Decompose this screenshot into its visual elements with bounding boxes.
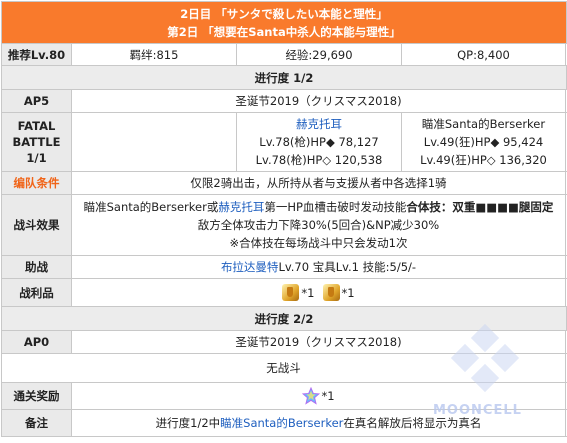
support-row: 助战 布拉达曼特 Lv.70 宝具Lv.1 技能:5/5/-	[2, 256, 567, 279]
ap5-label: AP5	[2, 90, 72, 112]
clear-reward-count: *1	[321, 389, 335, 403]
enemy-1: 赫克托耳 Lv.78(枪)HP◆ 78,127 Lv.78(枪)HP◇ 120,…	[237, 113, 402, 171]
no-battle-row: 无战斗	[2, 354, 567, 383]
effect-line-2: 敌方全体攻击力下降30%(5回合)&NP减少30%	[197, 218, 440, 232]
ap0-event: 圣诞节2019（クリスマス2018)	[72, 331, 566, 353]
formation-value: 仅限2骑出击，从所持从者与支援从者中各选择1骑	[72, 172, 566, 194]
quest-header-row: 2日目 「サンタで殺したい本能と理性」 第2日 「想要在Santa中杀人的本能与…	[2, 2, 567, 44]
enemy-1-name-link[interactable]: 赫克托耳	[296, 115, 342, 133]
battle-row: FATAL BATTLE 1/1 赫克托耳 Lv.78(枪)HP◆ 78,127…	[2, 113, 567, 172]
battle-label-line1: FATAL	[17, 119, 56, 133]
ap0-label: AP0	[2, 331, 72, 353]
loot-count-2: *1	[341, 285, 355, 300]
enemy-2: 瞄准Santa的Berserker Lv.49(狂)HP◆ 95,424 Lv.…	[402, 113, 566, 171]
quest-table: 2日目 「サンタで殺したい本能と理性」 第2日 「想要在Santa中杀人的本能与…	[1, 1, 567, 437]
battle-label: FATAL BATTLE 1/1	[2, 113, 72, 171]
note-prefix: 进行度1/2中	[155, 416, 221, 430]
loot-label: 战利品	[2, 279, 72, 306]
exp-value: 经验:29,690	[237, 44, 402, 65]
support-value: 布拉达曼特 Lv.70 宝具Lv.1 技能:5/5/-	[72, 256, 566, 278]
quest-header: 2日目 「サンタで殺したい本能と理性」 第2日 「想要在Santa中杀人的本能与…	[2, 2, 567, 43]
progress-1-row: 进行度 1/2	[2, 66, 567, 90]
enemy-2-name: 瞄准Santa的Berserker	[421, 117, 546, 131]
loot-count-1: *1	[301, 285, 315, 300]
bond-value: 羁绊:815	[72, 44, 237, 65]
support-servant-link[interactable]: 布拉达曼特	[221, 259, 279, 275]
effect-servant-b-link[interactable]: 赫克托耳	[218, 200, 264, 214]
support-detail: Lv.70 宝具Lv.1 技能:5/5/-	[278, 260, 417, 274]
effect-row: 战斗效果 瞄准Santa的Berserker或赫克托耳第一HP血槽击破时发动技能…	[2, 195, 567, 256]
enemy-1-hp-2: Lv.78(枪)HP◇ 120,538	[255, 153, 383, 167]
recommended-level-label: 推荐Lv.80	[2, 44, 72, 65]
enemy-2-hp-2: Lv.49(狂)HP◇ 136,320	[420, 153, 547, 167]
progress-2-row: 进行度 2/2	[2, 307, 567, 331]
loot-row: 战利品 *1 *1	[2, 279, 567, 307]
battle-label-line3: 1/1	[26, 151, 47, 165]
battle-label-line2: BATTLE	[12, 135, 61, 149]
loot-items: *1 *1	[72, 279, 566, 306]
gold-item-icon[interactable]	[282, 284, 300, 301]
enemy-2-hp-1: Lv.49(狂)HP◆ 95,424	[423, 135, 544, 149]
effect-or: 或	[206, 200, 219, 214]
watermark-text: MOONCELL	[433, 403, 522, 418]
effect-skill-name: 合体技：双重■■■■腿固定	[406, 200, 554, 214]
enemy-1-hp-1: Lv.78(枪)HP◆ 78,127	[259, 135, 379, 149]
ap5-event: 圣诞节2019（クリスマス2018)	[72, 90, 566, 112]
formation-label-link[interactable]: 编队条件	[2, 172, 72, 194]
progress-1-title: 进行度 1/2	[2, 66, 567, 89]
qp-value: QP:8,400	[402, 44, 566, 65]
quest-title-cn: 第2日 「想要在Santa中杀人的本能与理性」	[167, 24, 401, 39]
support-label: 助战	[2, 256, 72, 278]
ap5-row: AP5 圣诞节2019（クリスマス2018)	[2, 90, 567, 113]
saint-quartz-icon[interactable]	[302, 387, 321, 405]
effect-servant-a: 瞄准Santa的Berserker	[83, 200, 207, 214]
note-servant-link[interactable]: 瞄准Santa的Berserker	[220, 415, 343, 431]
ap0-row: AP0 圣诞节2019（クリスマス2018)	[2, 331, 567, 354]
note-label: 备注	[2, 410, 72, 436]
battle-empty-slot	[72, 113, 237, 171]
formation-row: 编队条件 仅限2骑出击，从所持从者与支援从者中各选择1骑	[2, 172, 567, 195]
no-battle-text: 无战斗	[2, 354, 566, 382]
quest-title-jp: 2日目 「サンタで殺したい本能と理性」	[180, 6, 388, 21]
effect-line-1: 瞄准Santa的Berserker或赫克托耳第一HP血槽击破时发动技能合体技：双…	[84, 198, 554, 216]
effect-trigger: 第一HP血槽击破时发动技能	[264, 200, 407, 214]
effect-label: 战斗效果	[2, 195, 72, 255]
clear-reward-label: 通关奖励	[2, 383, 72, 409]
gold-item-icon-2[interactable]	[322, 284, 340, 301]
rewards-row: 推荐Lv.80 羁绊:815 经验:29,690 QP:8,400	[2, 44, 567, 66]
effect-content: 瞄准Santa的Berserker或赫克托耳第一HP血槽击破时发动技能合体技：双…	[72, 195, 566, 255]
effect-line-3: ※合体技在每场战斗中只会发动1次	[229, 236, 408, 250]
progress-2-title: 进行度 2/2	[2, 307, 567, 330]
